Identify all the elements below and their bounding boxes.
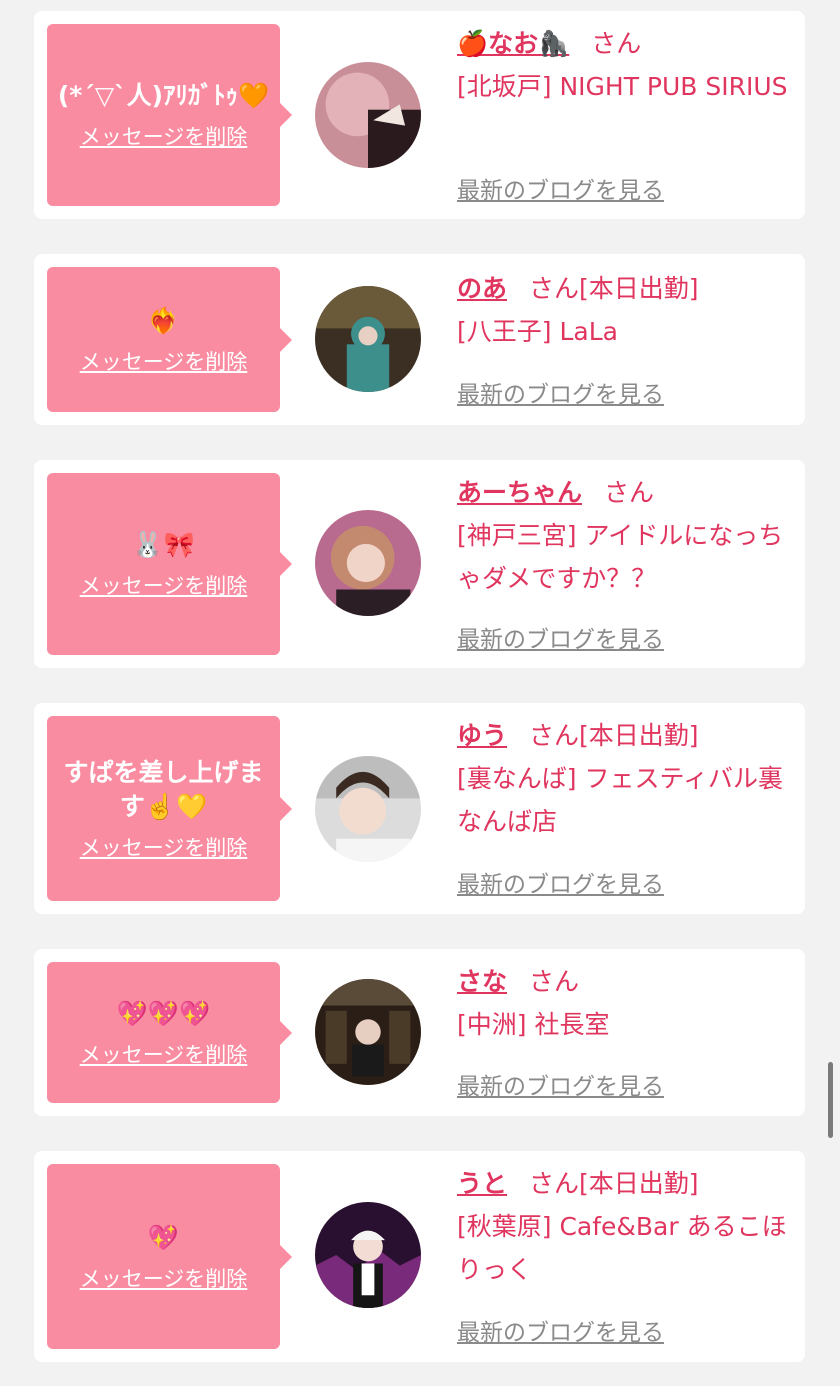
honorific: さん — [529, 967, 580, 996]
message-text: 💖 — [147, 1222, 180, 1252]
message-text: 💖💖💖 — [116, 998, 211, 1028]
status-badge: [本日出勤] — [579, 721, 699, 750]
shop-name: [北坂戸] NIGHT PUB SIRIUS — [457, 72, 788, 101]
delete-message-link[interactable]: メッセージを削除 — [80, 346, 248, 376]
message-bubble: (*´▽`人)ｱﾘｶﾞﾄｩ🧡 メッセージを削除 — [47, 24, 292, 206]
avatar[interactable] — [315, 979, 421, 1085]
shop-name: [八王子] LaLa — [457, 317, 618, 346]
message-bubble: 🐰🎀 メッセージを削除 — [47, 473, 292, 655]
message-text: (*´▽`人)ｱﾘｶﾞﾄｩ🧡 — [57, 81, 270, 110]
message-bubble: すぱを差し上げます☝️💛 メッセージを削除 — [47, 716, 292, 901]
delete-message-link[interactable]: メッセージを削除 — [80, 570, 248, 600]
avatar[interactable] — [315, 510, 421, 616]
cast-name-link[interactable]: うと — [457, 1169, 507, 1198]
honorific: さん — [604, 478, 655, 507]
status-badge: [本日出勤] — [579, 274, 699, 303]
shop-name: [秋葉原] Cafe&Bar あるこほりっく — [457, 1212, 787, 1284]
delete-message-link[interactable]: メッセージを削除 — [80, 1039, 248, 1069]
message-bubble: 💖 メッセージを削除 — [47, 1164, 292, 1349]
latest-blog-link[interactable]: 最新のブログを見る — [457, 375, 664, 409]
avatar[interactable] — [315, 286, 421, 392]
status-badge: [本日出勤] — [579, 1169, 699, 1198]
cast-info: のあ さん[本日出勤] [八王子] LaLa — [457, 272, 791, 353]
shop-name: [中洲] 社長室 — [457, 1010, 610, 1039]
message-card: 🐰🎀 メッセージを削除 あーちゃん さん [神戸三宮] アイドルになっちゃダメです… — [34, 460, 805, 668]
message-card: すぱを差し上げます☝️💛 メッセージを削除 ゆう さん[本日出勤] [裏なんば] … — [34, 703, 805, 914]
shop-name: [裏なんば] フェスティバル裏なんば店 — [457, 764, 783, 836]
message-card: 💖 メッセージを削除 うと さん[本日出勤] [秋葉原] Cafe&Bar あるこ… — [34, 1151, 805, 1362]
message-text: 🐰🎀 — [132, 530, 195, 559]
latest-blog-link[interactable]: 最新のブログを見る — [457, 1313, 664, 1347]
cast-name-link[interactable]: ゆう — [457, 721, 507, 750]
cast-name-link[interactable]: あーちゃん — [457, 478, 582, 507]
latest-blog-link[interactable]: 最新のブログを見る — [457, 171, 664, 205]
cast-info: うと さん[本日出勤] [秋葉原] Cafe&Bar あるこほりっく — [457, 1167, 791, 1291]
message-bubble: 💖💖💖 メッセージを削除 — [47, 962, 292, 1103]
message-card: 💖💖💖 メッセージを削除 さな さん [中洲] 社長室 最新のブログを見る — [34, 949, 805, 1116]
delete-message-link[interactable]: メッセージを削除 — [80, 1263, 248, 1293]
message-text: ❤️‍🔥 — [147, 305, 180, 335]
message-text: すぱを差し上げます☝️💛 — [63, 757, 264, 821]
latest-blog-link[interactable]: 最新のブログを見る — [457, 1067, 664, 1101]
cast-name-link[interactable]: のあ — [457, 274, 507, 303]
honorific: さん — [529, 274, 580, 303]
message-card: (*´▽`人)ｱﾘｶﾞﾄｩ🧡 メッセージを削除 🍎なお🦍 さん [北坂戸] NIG… — [34, 11, 805, 219]
delete-message-link[interactable]: メッセージを削除 — [80, 121, 248, 151]
shop-name: [神戸三宮] アイドルになっちゃダメですか？？ — [457, 521, 784, 593]
cast-name-link[interactable]: 🍎なお🦍 — [457, 29, 569, 58]
message-card: ❤️‍🔥 メッセージを削除 のあ さん[本日出勤] [八王子] LaLa 最新のブ… — [34, 254, 805, 425]
latest-blog-link[interactable]: 最新のブログを見る — [457, 620, 664, 654]
cast-info: あーちゃん さん [神戸三宮] アイドルになっちゃダメですか？？ — [457, 476, 791, 600]
avatar[interactable] — [315, 756, 421, 862]
cast-info: ゆう さん[本日出勤] [裏なんば] フェスティバル裏なんば店 — [457, 719, 791, 843]
avatar[interactable] — [315, 62, 421, 168]
honorific: さん — [529, 1169, 580, 1198]
latest-blog-link[interactable]: 最新のブログを見る — [457, 865, 664, 899]
cast-name-link[interactable]: さな — [457, 967, 507, 996]
honorific: さん — [529, 721, 580, 750]
message-bubble: ❤️‍🔥 メッセージを削除 — [47, 267, 292, 412]
avatar[interactable] — [315, 1202, 421, 1308]
delete-message-link[interactable]: メッセージを削除 — [80, 832, 248, 862]
honorific: さん — [591, 29, 642, 58]
cast-info: さな さん [中洲] 社長室 — [457, 965, 791, 1046]
cast-info: 🍎なお🦍 さん [北坂戸] NIGHT PUB SIRIUS — [457, 27, 791, 108]
scrollbar[interactable] — [828, 1062, 833, 1138]
